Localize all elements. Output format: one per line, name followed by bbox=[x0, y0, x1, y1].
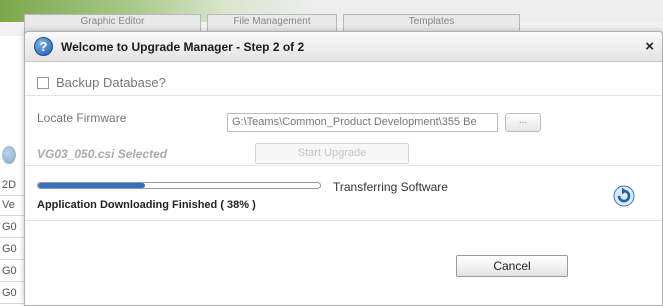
nav-arrow-icon[interactable] bbox=[2, 146, 16, 164]
cancel-button[interactable]: Cancel bbox=[456, 255, 568, 277]
divider bbox=[25, 95, 662, 96]
progress-bar-fill bbox=[38, 183, 146, 188]
locate-firmware-label: Locate Firmware bbox=[37, 111, 127, 125]
close-icon[interactable]: × bbox=[645, 38, 654, 55]
browse-button[interactable]: ... bbox=[505, 113, 541, 132]
upgrade-manager-dialog: ? Welcome to Upgrade Manager - Step 2 of… bbox=[24, 31, 663, 306]
selected-file-label: VG03_050.csi Selected bbox=[37, 147, 168, 161]
divider bbox=[25, 165, 662, 166]
transfer-status-text: Transferring Software bbox=[333, 180, 448, 194]
question-circle-icon[interactable]: ? bbox=[34, 37, 53, 56]
divider bbox=[25, 220, 662, 221]
dialog-titlebar[interactable]: ? Welcome to Upgrade Manager - Step 2 of… bbox=[25, 32, 662, 62]
progress-bar bbox=[37, 182, 321, 189]
backup-database-checkbox[interactable] bbox=[37, 77, 49, 89]
dialog-title: Welcome to Upgrade Manager - Step 2 of 2 bbox=[61, 40, 305, 54]
firmware-path-input[interactable]: G:\Teams\Common_Product Development\355 … bbox=[227, 113, 498, 132]
progress-caption: Application Downloading Finished ( 38% ) bbox=[37, 199, 256, 211]
start-upgrade-button[interactable]: Start Upgrade bbox=[255, 143, 409, 164]
backup-database-label: Backup Database? bbox=[56, 75, 166, 90]
refresh-icon[interactable] bbox=[613, 185, 635, 207]
